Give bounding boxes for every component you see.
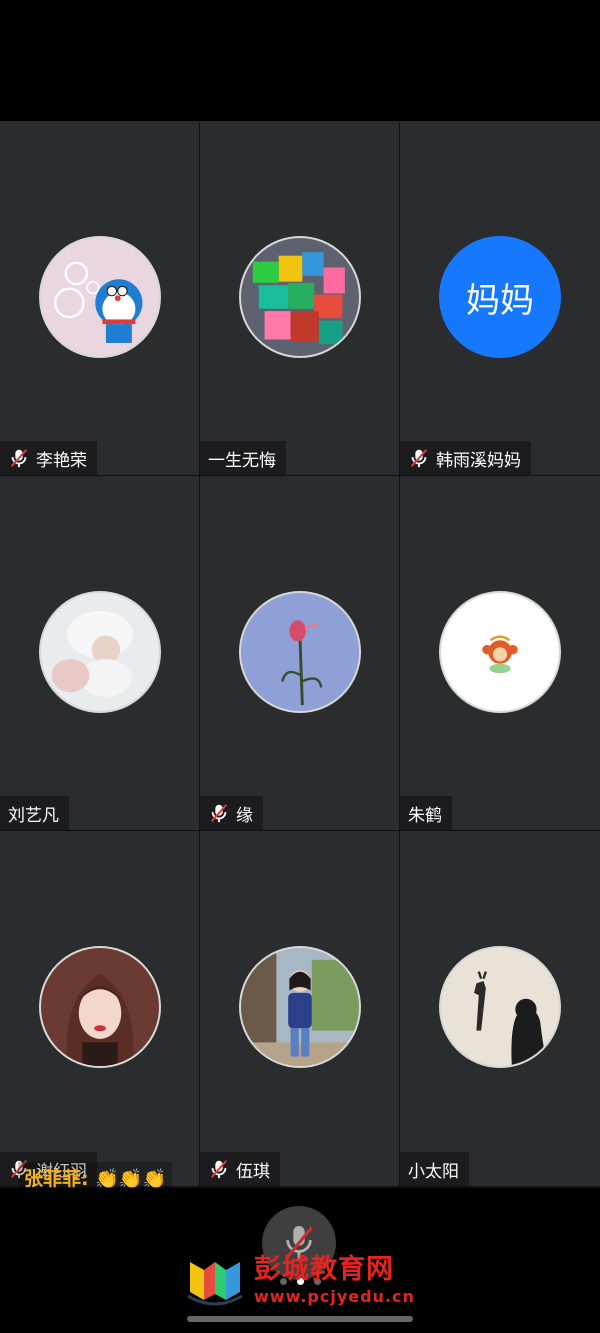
chat-sender: 张菲菲: (24, 1168, 89, 1190)
mic-off-icon (410, 449, 428, 468)
participant-name: 刘艺凡 (8, 805, 59, 826)
participant-namebar: 刘艺凡 (0, 796, 69, 830)
chat-content: 👏👏👏 (95, 1168, 167, 1190)
mic-off-icon (210, 1160, 228, 1179)
book-logo-icon (187, 1262, 243, 1306)
participant-namebar: 一生无悔 (200, 441, 286, 475)
home-indicator[interactable] (187, 1316, 413, 1322)
participant-name: 缘 (236, 805, 253, 826)
participant-namebar: 伍琪 (200, 1152, 280, 1186)
monkey-sticker-avatar (439, 591, 561, 713)
participant-tile[interactable]: 一生无悔 (200, 121, 399, 475)
doraemon-bubbles-avatar (38, 236, 161, 358)
participant-namebar: 小太阳 (400, 1152, 469, 1186)
lego-blocks-avatar (238, 236, 361, 358)
watermark-title: 彭城教育网 (254, 1253, 394, 1285)
participant-tile[interactable]: 谢红羽 (0, 831, 199, 1186)
participant-namebar: 韩雨溪妈妈 (400, 441, 531, 475)
giraffe-shadow-avatar (439, 946, 561, 1068)
participant-name: 小太阳 (408, 1161, 459, 1182)
participant-name: 伍琪 (236, 1161, 270, 1182)
participant-namebar: 朱鹤 (400, 796, 452, 830)
participant-tile[interactable]: 妈妈 韩雨溪妈妈 (400, 121, 600, 475)
red-flower-avatar (238, 591, 361, 713)
woman-standing-avatar (238, 946, 361, 1068)
participant-name: 李艳荣 (36, 450, 87, 471)
participant-tile[interactable]: 小太阳 (400, 831, 600, 1186)
mic-off-icon (10, 449, 28, 468)
participant-name: 朱鹤 (408, 805, 442, 826)
mic-off-icon (210, 804, 228, 823)
participant-grid: 李艳荣 一生无悔 妈妈 韩雨溪妈妈 刘艺凡 缘 朱鹤 谢红羽 伍琪 小太阳 (0, 121, 600, 1188)
watermark-url: www.pcjyedu.cn (254, 1286, 415, 1306)
watermark: 彭城教育网 www.pcjyedu.cn (184, 1252, 415, 1308)
text-avatar: 妈妈 (439, 236, 561, 358)
participant-namebar: 缘 (200, 796, 263, 830)
participant-tile[interactable]: 伍琪 (200, 831, 399, 1186)
participant-name: 韩雨溪妈妈 (436, 450, 521, 471)
participant-tile[interactable]: 刘艺凡 (0, 476, 199, 830)
participant-name: 一生无悔 (208, 450, 276, 471)
participant-tile[interactable]: 朱鹤 (400, 476, 600, 830)
participant-tile[interactable]: 缘 (200, 476, 399, 830)
baby-photo-avatar (38, 591, 161, 713)
participant-namebar: 李艳荣 (0, 441, 97, 475)
participant-tile[interactable]: 李艳荣 (0, 121, 199, 475)
woman-portrait-avatar (38, 946, 161, 1068)
